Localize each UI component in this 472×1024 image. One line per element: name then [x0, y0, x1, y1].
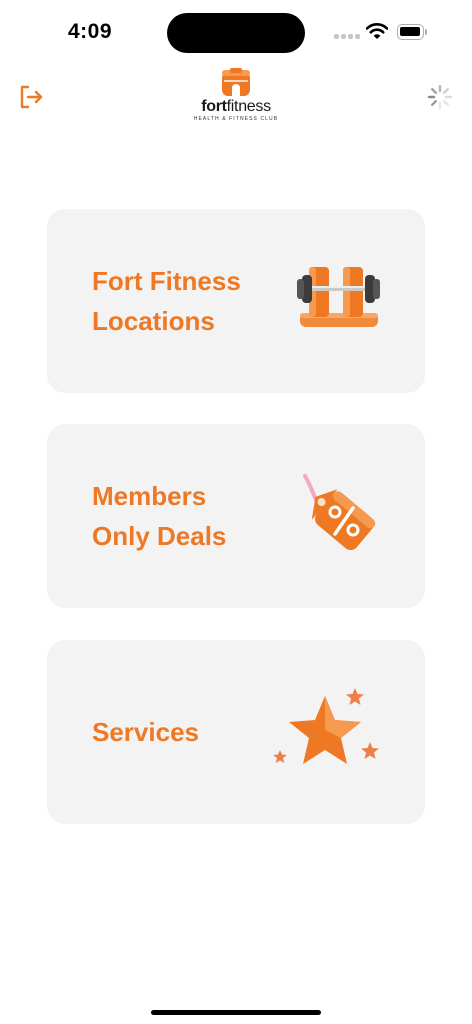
fort-fitness-locations-label: Fort Fitness Locations [92, 266, 241, 336]
members-only-deals-card[interactable]: Members Only Deals [47, 424, 425, 608]
discount-tag-icon [303, 474, 376, 551]
fortfitness-logo: fortfitness HEALTH & FITNESS CLUB [190, 68, 282, 126]
weight-plate-logo-icon [222, 68, 250, 96]
status-bar: 4:09 [0, 0, 472, 62]
services-label: Services [92, 717, 199, 747]
logo-word-fitness: fitness [226, 98, 271, 115]
logout-icon [20, 85, 43, 109]
loading-spinner [427, 84, 453, 110]
wifi-icon [366, 23, 388, 39]
status-time: 4:09 [68, 20, 113, 43]
logout-button[interactable] [18, 84, 44, 110]
loading-spinner-icon [427, 84, 453, 110]
dumbbell-icon [297, 267, 380, 327]
services-card[interactable]: Services [47, 640, 425, 824]
dynamic-island [167, 13, 305, 53]
battery-icon [397, 24, 427, 40]
home-indicator[interactable] [151, 1010, 321, 1015]
logo-tagline: HEALTH & FITNESS CLUB [193, 116, 279, 122]
fort-fitness-locations-card[interactable]: Fort Fitness Locations [47, 209, 425, 393]
stars-icon [273, 688, 379, 764]
logo-wordmark: fortfitness [190, 98, 282, 116]
logo-word-fort: fort [201, 98, 227, 115]
signal-icon [334, 34, 360, 39]
members-only-deals-label: Members Only Deals [92, 481, 227, 551]
